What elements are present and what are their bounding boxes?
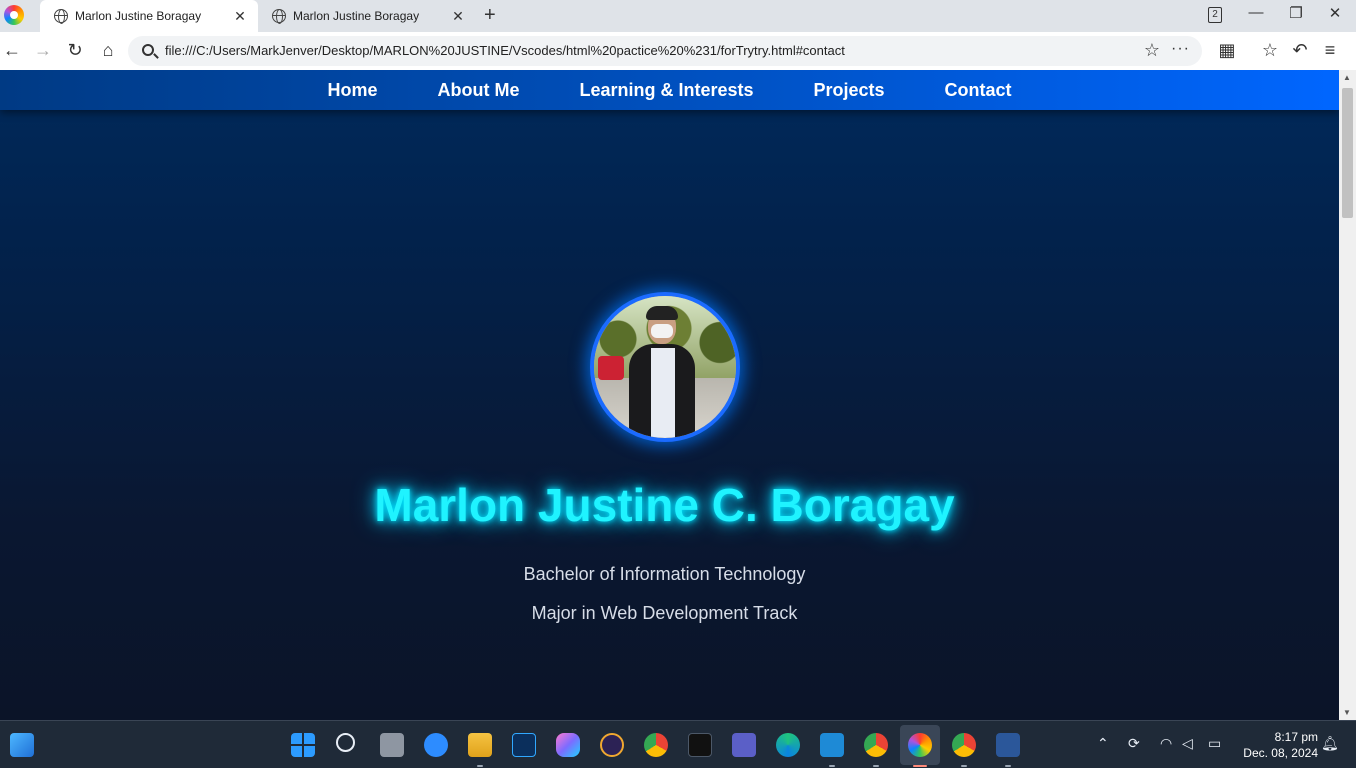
search-icon bbox=[142, 44, 154, 56]
favorites-icon[interactable]: ☆ bbox=[1258, 39, 1282, 61]
file-explorer-icon[interactable] bbox=[468, 733, 492, 757]
extensions-icon[interactable]: ▦ bbox=[1215, 39, 1239, 61]
nav-learning[interactable]: Learning & Interests bbox=[579, 80, 753, 101]
clock-time: 8:17 pm bbox=[1274, 730, 1318, 744]
new-tab-button[interactable]: + bbox=[484, 4, 496, 27]
tab-title: Marlon Justine Boragay bbox=[75, 9, 202, 23]
battery-icon[interactable]: ▭ bbox=[1208, 735, 1221, 752]
history-icon[interactable]: ↶ bbox=[1288, 39, 1312, 61]
menu-icon[interactable]: ≡ bbox=[1318, 39, 1342, 61]
start-icon[interactable] bbox=[291, 733, 315, 757]
globe-icon bbox=[54, 9, 68, 24]
nav-about[interactable]: About Me bbox=[437, 80, 519, 101]
nav-home[interactable]: Home bbox=[327, 80, 377, 101]
tab-title: Marlon Justine Boragay bbox=[293, 9, 420, 23]
more-options-icon[interactable]: ··· bbox=[1171, 40, 1190, 58]
chrome-profile-icon[interactable] bbox=[864, 733, 888, 757]
minimize-button[interactable]: — bbox=[1243, 4, 1269, 21]
back-button[interactable]: ← bbox=[0, 39, 24, 61]
url-text[interactable]: file:///C:/Users/MarkJenver/Desktop/MARL… bbox=[165, 43, 845, 58]
clock-date: Dec. 08, 2024 bbox=[1243, 746, 1318, 760]
taskbar: ⌃ ⟳ ◠ ◁ ▭ 8:17 pm Dec. 08, 2024 🔔︎ bbox=[0, 720, 1356, 768]
wifi-icon[interactable]: ◠ bbox=[1160, 735, 1172, 752]
clock[interactable]: 8:17 pm Dec. 08, 2024 bbox=[1236, 729, 1318, 761]
task-view-icon[interactable] bbox=[380, 733, 404, 757]
reload-button[interactable]: ↻ bbox=[63, 39, 87, 61]
tab-inactive[interactable]: Marlon Justine Boragay ✕ bbox=[258, 0, 476, 32]
widgets-icon[interactable] bbox=[10, 733, 34, 757]
hero-major: Major in Web Development Track bbox=[531, 603, 798, 623]
running-indicator bbox=[477, 765, 483, 767]
page-scrollbar[interactable]: ▲ ▼ bbox=[1339, 70, 1356, 720]
page-viewport: Home About Me Learning & Interests Proje… bbox=[0, 70, 1339, 720]
running-indicator bbox=[829, 765, 835, 767]
profile-photo bbox=[590, 292, 740, 442]
globe-icon bbox=[272, 9, 286, 24]
sync-icon[interactable]: ⟳ bbox=[1128, 735, 1140, 752]
tab-active[interactable]: Marlon Justine Boragay ✕ bbox=[40, 0, 258, 32]
chrome-icon[interactable] bbox=[644, 733, 668, 757]
edge-icon[interactable] bbox=[776, 733, 800, 757]
hero-degree: Bachelor of Information Technology bbox=[523, 564, 806, 584]
running-indicator bbox=[873, 765, 879, 767]
restore-button[interactable]: ❐ bbox=[1283, 4, 1309, 22]
teams-icon[interactable] bbox=[732, 733, 756, 757]
zoom-icon[interactable] bbox=[424, 733, 448, 757]
copilot-icon[interactable] bbox=[556, 733, 580, 757]
browser-logo-icon[interactable] bbox=[4, 5, 24, 25]
window-close-button[interactable]: ✕ bbox=[1322, 4, 1348, 22]
browser-toolbar: ← → ↻ ⌂ file:///C:/Users/MarkJenver/Desk… bbox=[0, 32, 1356, 70]
photoshop-icon[interactable] bbox=[512, 733, 536, 757]
eclipse-icon[interactable] bbox=[600, 733, 624, 757]
close-tab-icon[interactable]: ✕ bbox=[448, 8, 468, 25]
chrome-second-icon[interactable] bbox=[952, 733, 976, 757]
scroll-up-icon[interactable]: ▲ bbox=[1343, 73, 1351, 82]
scroll-down-icon[interactable]: ▼ bbox=[1343, 708, 1351, 717]
running-indicator bbox=[961, 765, 967, 767]
nav-projects[interactable]: Projects bbox=[814, 80, 885, 101]
site-nav: Home About Me Learning & Interests Proje… bbox=[0, 70, 1339, 110]
nav-contact[interactable]: Contact bbox=[945, 80, 1012, 101]
tray-overflow-icon[interactable]: ⌃ bbox=[1097, 735, 1109, 752]
search-taskbar-icon[interactable] bbox=[336, 733, 355, 752]
active-indicator bbox=[913, 765, 927, 767]
address-bar[interactable]: file:///C:/Users/MarkJenver/Desktop/MARL… bbox=[128, 36, 1202, 66]
tab-strip: Marlon Justine Boragay ✕ Marlon Justine … bbox=[0, 0, 1356, 32]
favorite-star-icon[interactable]: ☆ bbox=[1144, 40, 1160, 61]
vscode-icon[interactable] bbox=[820, 733, 844, 757]
volume-icon[interactable]: ◁ bbox=[1182, 735, 1193, 752]
tab-count-icon[interactable]: 2 bbox=[1208, 7, 1222, 23]
video-app-icon[interactable] bbox=[688, 733, 712, 757]
home-button[interactable]: ⌂ bbox=[96, 39, 120, 61]
notification-bell-icon[interactable]: 🔔︎ bbox=[1321, 735, 1339, 752]
running-indicator bbox=[1005, 765, 1011, 767]
hero-name: Marlon Justine C. Boragay bbox=[374, 479, 955, 531]
forward-button[interactable]: → bbox=[31, 39, 55, 61]
close-tab-icon[interactable]: ✕ bbox=[230, 8, 250, 25]
browser-taskbar-icon[interactable] bbox=[908, 733, 932, 757]
scroll-thumb[interactable] bbox=[1342, 88, 1353, 218]
word-icon[interactable] bbox=[996, 733, 1020, 757]
